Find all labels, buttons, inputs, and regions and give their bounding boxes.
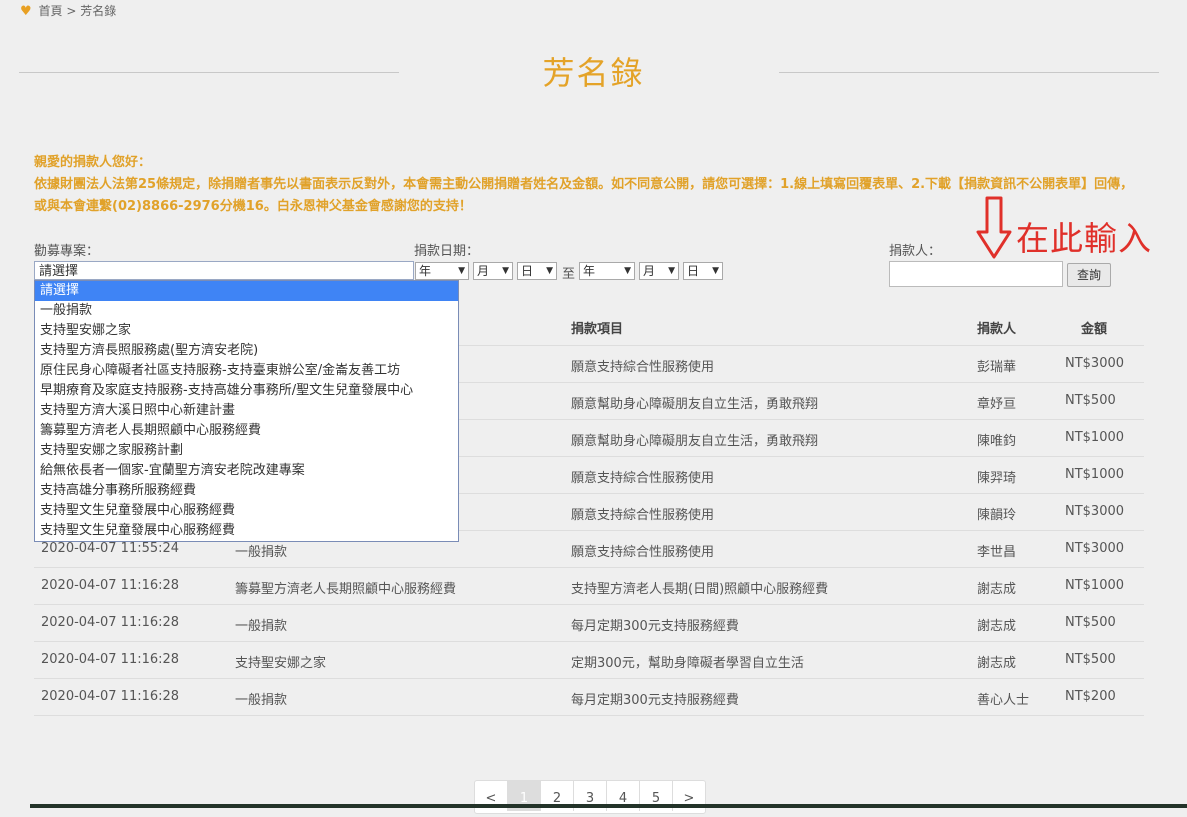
chevron-down-icon: ▼	[546, 266, 553, 276]
cell-date: 2020-04-07 11:16:28	[41, 652, 180, 667]
chevron-down-icon: ▼	[668, 266, 675, 276]
header-item: 捐款項目	[571, 322, 624, 337]
cell-project: 一般捐款	[235, 545, 288, 560]
breadcrumb-separator: >	[66, 4, 77, 18]
dropdown-option[interactable]: 早期療育及家庭支持服務-支持高雄分事務所/聖文生兒童發展中心	[35, 381, 458, 401]
cell-date: 2020-04-07 11:16:28	[41, 615, 180, 630]
cell-donor: 善心人士	[977, 693, 1030, 708]
cell-donor: 彭瑞華	[977, 360, 1017, 375]
cell-donor: 陳韻玲	[977, 508, 1017, 523]
dropdown-option[interactable]: 請選擇	[35, 281, 458, 301]
start-month-select[interactable]: 月 ▼	[473, 262, 513, 280]
date-label: 捐款日期：	[414, 244, 480, 259]
table-row: 2020-04-07 11:16:28 一般捐款 每月定期300元支持服務經費 善心人…	[34, 679, 1144, 716]
donor-name-input[interactable]	[889, 261, 1063, 287]
heart-icon: ♥	[20, 4, 32, 19]
cell-amount: NT$1000	[1065, 430, 1125, 445]
cell-amount: NT$500	[1065, 393, 1116, 408]
dropdown-option[interactable]: 給無依長者一個家-宜蘭聖方濟安老院改建專案	[35, 461, 458, 481]
donor-label: 捐款人：	[889, 244, 942, 259]
project-label: 勸募專案：	[34, 244, 100, 259]
start-year-value: 年	[419, 264, 432, 278]
arrow-down-icon	[976, 196, 1012, 259]
dropdown-option[interactable]: 支持聖方濟大溪日照中心新建計畫	[35, 401, 458, 421]
cell-item: 支持聖方濟老人長期(日間)照顧中心服務經費	[571, 582, 829, 597]
download-form-link[interactable]: 2.下載	[911, 177, 951, 192]
cell-project: 一般捐款	[235, 619, 288, 634]
cell-item: 願意支持綜合性服務使用	[571, 508, 715, 523]
dropdown-option[interactable]: 支持聖安娜之家服務計劃	[35, 441, 458, 461]
cell-date: 2020-04-07 11:16:28	[41, 689, 180, 704]
chevron-down-icon: ▼	[458, 266, 465, 276]
annotation-text: 在此輸入	[1016, 219, 1152, 258]
breadcrumb-home[interactable]: 首頁	[38, 4, 62, 18]
cell-donor: 謝志成	[977, 582, 1017, 597]
start-day-select[interactable]: 日 ▼	[517, 262, 557, 280]
chevron-down-icon: ▼	[712, 266, 719, 276]
cell-donor: 陳羿琦	[977, 471, 1017, 486]
start-year-select[interactable]: 年 ▼	[415, 262, 469, 280]
cell-item: 定期300元，幫助身障礙者學習自立生活	[571, 656, 804, 671]
cell-donor: 謝志成	[977, 656, 1017, 671]
cell-item: 願意支持綜合性服務使用	[571, 545, 715, 560]
table-row: 2020-04-07 11:16:28 一般捐款 每月定期300元支持服務經費 謝志成…	[34, 605, 1144, 642]
end-year-select[interactable]: 年 ▼	[579, 262, 635, 280]
cell-project: 一般捐款	[235, 693, 288, 708]
header-donor: 捐款人	[977, 322, 1017, 337]
cell-amount: NT$1000	[1065, 578, 1125, 593]
dropdown-option[interactable]: 支持聖文生兒童發展中心服務經費	[35, 501, 458, 521]
dropdown-option[interactable]: 支持聖安娜之家	[35, 321, 458, 341]
cell-item: 願意幫助身心障礙朋友自立生活，勇敢飛翔	[571, 397, 819, 412]
cell-donor: 章妤亘	[977, 397, 1017, 412]
cell-amount: NT$500	[1065, 615, 1116, 630]
cell-amount: NT$200	[1065, 689, 1116, 704]
dropdown-option[interactable]: 支持聖文生兒童發展中心服務經費	[35, 521, 458, 541]
dropdown-option[interactable]: 一般捐款	[35, 301, 458, 321]
dropdown-option[interactable]: 支持聖方濟長照服務處(聖方濟安老院)	[35, 341, 458, 361]
dropdown-option[interactable]: 支持高雄分事務所服務經費	[35, 481, 458, 501]
end-day-select[interactable]: 日 ▼	[683, 262, 723, 280]
dropdown-option[interactable]: 籌募聖方濟老人長期照顧中心服務經費	[35, 421, 458, 441]
pagination: <1 2 3 4 5 >	[474, 780, 706, 814]
table-row: 2020-04-07 11:16:28 支持聖安娜之家 定期300元，幫助身障礙者學…	[34, 642, 1144, 679]
chevron-down-icon: ▼	[624, 266, 631, 276]
cell-item: 願意支持綜合性服務使用	[571, 471, 715, 486]
date-range-separator: 至	[562, 267, 576, 282]
table-row: 2020-04-07 11:16:28 籌募聖方濟老人長期照顧中心服務經費 支持聖方…	[34, 568, 1144, 605]
start-month-value: 月	[477, 264, 490, 278]
cell-date: 2020-04-07 11:16:28	[41, 578, 180, 593]
cell-amount: NT$3000	[1065, 504, 1125, 519]
footer-bar	[30, 804, 1187, 808]
cell-project: 支持聖安娜之家	[235, 656, 327, 671]
start-day-value: 日	[521, 264, 534, 278]
page-title: 芳名錄	[542, 54, 645, 92]
query-button[interactable]: 查詢	[1067, 263, 1111, 287]
cell-item: 每月定期300元支持服務經費	[571, 693, 739, 708]
cell-item: 願意幫助身心障礙朋友自立生活，勇敢飛翔	[571, 434, 819, 449]
breadcrumb-current: 芳名錄	[80, 4, 117, 18]
project-select[interactable]: 請選擇	[34, 261, 414, 280]
end-month-select[interactable]: 月 ▼	[639, 262, 679, 280]
cell-item: 每月定期300元支持服務經費	[571, 619, 739, 634]
cell-amount: NT$3000	[1065, 541, 1125, 556]
chevron-down-icon: ▼	[502, 266, 509, 276]
cell-amount: NT$3000	[1065, 356, 1125, 371]
cell-date: 2020-04-07 11:55:24	[41, 541, 180, 556]
cell-project: 籌募聖方濟老人長期照顧中心服務經費	[235, 582, 457, 597]
cell-item: 願意支持綜合性服務使用	[571, 360, 715, 375]
header-amount: 金額	[1081, 322, 1108, 337]
dropdown-option[interactable]: 原住民身心障礙者社區支持服務-支持臺東辦公室/金崙友善工坊	[35, 361, 458, 381]
cell-donor: 謝志成	[977, 619, 1017, 634]
cell-amount: NT$500	[1065, 652, 1116, 667]
end-month-value: 月	[643, 264, 656, 278]
notice-text-before: 依據財團法人法第25條規定，除捐贈者事先以書面表示反對外，本會需主動公開捐贈者姓…	[34, 177, 912, 192]
cell-donor: 李世昌	[977, 545, 1017, 560]
cell-amount: NT$1000	[1065, 467, 1125, 482]
breadcrumb: ♥ 首頁 > 芳名錄	[20, 2, 116, 19]
notice-greeting: 親愛的捐款人您好：	[34, 155, 152, 170]
end-day-value: 日	[687, 264, 700, 278]
end-year-value: 年	[583, 264, 596, 278]
cell-donor: 陳唯鈞	[977, 434, 1017, 449]
project-dropdown-list[interactable]: 請選擇 一般捐款 支持聖安娜之家 支持聖方濟長照服務處(聖方濟安老院) 原住民身心障礙者…	[34, 280, 459, 542]
